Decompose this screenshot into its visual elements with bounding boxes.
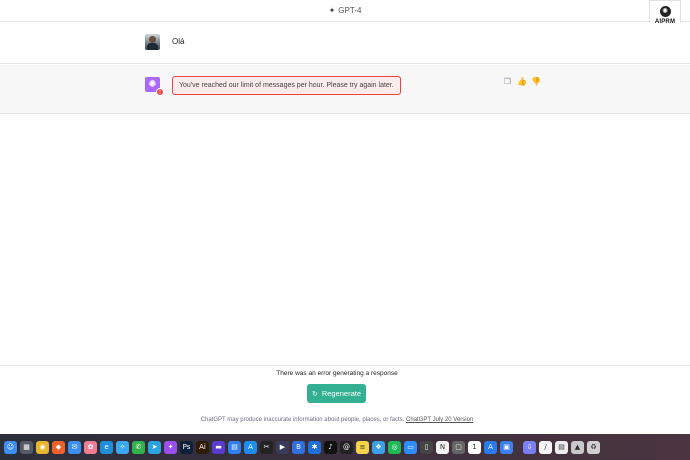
version-link[interactable]: ChatGPT July 20 Version <box>406 417 473 423</box>
brave-icon[interactable]: ◆ <box>52 440 65 454</box>
zoom-icon[interactable]: ▭ <box>404 440 417 454</box>
refresh-icon: ↻ <box>311 390 318 398</box>
generation-error-text: There was an error generating a response <box>276 370 398 377</box>
disclaimer: ChatGPT may produce inaccurate informati… <box>0 417 674 423</box>
spotify-icon[interactable]: ◎ <box>388 440 401 454</box>
photoshop-icon[interactable]: Ps <box>180 440 193 454</box>
illustrator-icon[interactable]: Ai <box>196 440 209 454</box>
model-header[interactable]: ✦ GPT-4 <box>0 0 690 22</box>
model-label: GPT-4 <box>338 6 362 15</box>
photos-icon[interactable]: ✿ <box>84 440 97 454</box>
rate-limit-error: You've reached our limit of messages per… <box>172 76 401 95</box>
launchpad-icon[interactable]: ▦ <box>20 440 33 454</box>
user-avatar <box>145 34 160 50</box>
whatsapp-icon[interactable]: ✆ <box>132 440 145 454</box>
screen-icon[interactable]: ▯ <box>420 440 433 454</box>
thumbs-up-icon[interactable]: 👍 <box>517 77 527 86</box>
telegram-alt-icon[interactable]: ❖ <box>372 440 385 454</box>
xcode-icon[interactable]: A <box>484 440 497 454</box>
app-icon[interactable]: ▬ <box>212 440 225 454</box>
bluetooth-icon[interactable]: ✱ <box>308 440 321 454</box>
finder-icon[interactable]: ☺ <box>4 440 17 454</box>
regenerate-label: Regenerate <box>321 389 362 398</box>
app-store-icon[interactable]: A <box>244 440 257 454</box>
messenger-icon[interactable]: ✦ <box>164 440 177 454</box>
frame-icon[interactable]: ▢ <box>452 440 465 454</box>
sparkle-icon: ✦ <box>328 6 336 15</box>
assistant-message-row: ✺ ! You've reached our limit of messages… <box>0 65 690 114</box>
chrome-icon[interactable]: ◉ <box>36 440 49 454</box>
docs-icon[interactable]: B <box>292 440 305 454</box>
user-message-row: Olá <box>0 23 690 64</box>
tiktok-icon[interactable]: ♪ <box>324 440 337 454</box>
footer-divider <box>0 365 690 366</box>
macos-dock: ☺ ▦ ◉ ◆ ✉ ✿ e ✧ ✆ ➤ ✦ Ps Ai ▬ ▤ A ✂ ▶ B ✱ ♪ @ ≡ ❖ ◎ ▭ ▯ N ▢ 1 A ▣ ⇩ / ▤ ▲ ♻ <box>0 435 600 459</box>
threads-icon[interactable]: @ <box>340 440 353 454</box>
edge-icon[interactable]: e <box>100 440 113 454</box>
pages-icon[interactable]: / <box>539 440 552 454</box>
copy-icon[interactable]: ❐ <box>503 77 512 86</box>
aiprm-logo-icon: ✺ <box>659 5 671 17</box>
notes-icon[interactable]: ≡ <box>356 440 369 454</box>
mail-icon[interactable]: ✉ <box>68 440 81 454</box>
thumbs-down-icon[interactable]: 👎 <box>531 77 541 86</box>
disclaimer-text: ChatGPT may produce inaccurate informati… <box>200 417 405 423</box>
calendar-icon[interactable]: 1 <box>468 440 481 454</box>
regenerate-button[interactable]: ↻ Regenerate <box>307 384 366 403</box>
notion-icon[interactable]: N <box>436 440 449 454</box>
files-icon[interactable]: ▣ <box>500 440 513 454</box>
safari-icon[interactable]: ✧ <box>116 440 129 454</box>
play-icon[interactable]: ▶ <box>276 440 289 454</box>
downloads-icon[interactable]: ⇩ <box>523 440 536 454</box>
error-badge-icon: ! <box>156 88 164 96</box>
telegram-icon[interactable]: ➤ <box>148 440 161 454</box>
message-actions: ❐ 👍 👎 <box>503 77 541 86</box>
capcut-icon[interactable]: ✂ <box>260 440 273 454</box>
document-icon[interactable]: ▤ <box>555 440 568 454</box>
drive-icon[interactable]: ▲ <box>571 440 584 454</box>
keynote-icon[interactable]: ▤ <box>228 440 241 454</box>
user-message-text: Olá <box>172 37 185 46</box>
trash-icon[interactable]: ♻ <box>587 440 600 454</box>
